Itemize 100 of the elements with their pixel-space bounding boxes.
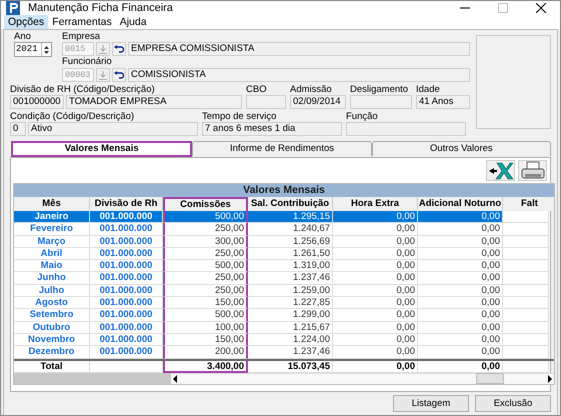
table-cell: 0,00 (333, 260, 418, 272)
service-time-field: 7 anos 6 meses 1 dia (202, 122, 342, 136)
table-cell: 0,00 (333, 309, 418, 322)
table-cell: 0,00 (418, 272, 503, 285)
table-cell: 0,00 (418, 297, 503, 310)
name-field: COMISSIONISTA (128, 68, 470, 82)
table-cell: 001.000.000 (90, 211, 163, 224)
table-cell: 1.256,69 (248, 236, 333, 248)
table-row[interactable]: Junho 001.000.000 250,00 1.237,46 0,00 0,00 (14, 272, 554, 285)
table-cell: 1.215,67 (248, 322, 333, 334)
table-cell: 001.000.000 (90, 223, 163, 236)
table-cell: 0,00 (333, 297, 418, 310)
table-cell: Janeiro (14, 211, 90, 224)
code-field: 0 (10, 122, 26, 136)
table-cell: 001.000.000 (90, 297, 163, 310)
table-row[interactable]: Novembro 001.000.000 150,00 1.224,00 0,00 0,00 (14, 334, 554, 346)
table-cell: 0,00 (418, 346, 503, 359)
table-cell: Dezembro (14, 346, 90, 359)
table-cell: 500,00 (163, 211, 248, 224)
menu-item[interactable]: Ferramentas (48, 15, 116, 29)
table-cell: 1.261,50 (248, 248, 333, 260)
table-cell: 1.299,00 (248, 309, 333, 322)
table-row[interactable]: Agosto 001.000.000 150,00 1.227,85 0,00 0,00 (14, 297, 554, 310)
tab[interactable]: Outros Valores (372, 141, 551, 156)
table-cell: 0,00 (418, 334, 503, 346)
table-cell: 250,00 (163, 284, 248, 298)
table-cell: 001.000.000 (90, 260, 163, 272)
table-cell: 0,00 (333, 236, 418, 248)
menu-item[interactable]: Ajuda (116, 15, 151, 29)
table-row[interactable]: Maio 001.000.000 500,00 1.319,00 0,00 0,00 (14, 260, 554, 272)
table-cell: Maio (14, 260, 90, 272)
table-row[interactable]: Outubro 001.000.000 100,00 1.215,67 0,00 0,00 (14, 322, 554, 334)
tab[interactable]: Informe de Rendimentos (192, 141, 372, 156)
table-cell: 0,00 (333, 211, 418, 224)
table-cell: 001.000.000 (90, 334, 163, 346)
table-cell: Novembro (14, 334, 90, 346)
admission-field: 02/09/2014 (290, 95, 346, 109)
name-field: EMPRESA COMISSIONISTA (128, 42, 470, 56)
field-label: Divisão de RH (Código/Descrição) (10, 85, 156, 95)
table-cell: 0,00 (418, 211, 503, 224)
table-cell: 1.237,46 (248, 272, 333, 285)
table-cell: 0,00 (418, 236, 503, 248)
table-row[interactable]: Setembro 001.000.000 500,00 1.299,00 0,00 0,00 (14, 309, 554, 322)
menu-item[interactable]: Opções (4, 15, 48, 29)
tab[interactable]: Valores Mensais (11, 141, 192, 157)
table-cell: 001.000.000 (90, 236, 163, 248)
table-cell: 500,00 (163, 260, 248, 272)
table-cell: 1.227,85 (248, 297, 333, 310)
field-label: Empresa (62, 32, 102, 42)
code-field: 001000000 (10, 95, 64, 109)
table-title: Valores Mensais (14, 184, 554, 197)
table-cell: 300,00 (163, 236, 248, 248)
table-row[interactable]: Março 001.000.000 300,00 1.256,69 0,00 0,00 (14, 236, 554, 248)
description-field: Ativo (28, 122, 198, 136)
table-cell: 0,00 (333, 284, 418, 298)
column-header[interactable]: Falt (503, 197, 549, 211)
table-cell: 0,00 (418, 322, 503, 334)
field-label: Condição (Código/Descrição) (10, 112, 136, 122)
table-cell: 500,00 (163, 309, 248, 322)
table-cell: 150,00 (163, 297, 248, 310)
table-row[interactable]: Janeiro 001.000.000 500,00 1.295,15 0,00 0,00 (14, 211, 554, 224)
table-cell: 0,00 (333, 272, 418, 285)
table-cell: 0,00 (333, 248, 418, 260)
table-cell: 001.000.000 (90, 322, 163, 334)
field-label: Idade (416, 85, 441, 95)
table-cell: 0,00 (333, 346, 418, 359)
table-cell: Setembro (14, 309, 90, 322)
table-cell: 150,00 (163, 334, 248, 346)
table-cell: 0,00 (333, 334, 418, 346)
field-label: Tempo de serviço (202, 112, 278, 122)
field-label: Ano (14, 32, 32, 42)
action-button[interactable]: Listagem (393, 395, 469, 412)
table-cell: 0,00 (333, 322, 418, 334)
table-cell: 001.000.000 (90, 284, 163, 298)
table-cell: Junho (14, 272, 90, 285)
field-label: Funcionário (62, 57, 113, 67)
field-label: Admissão (290, 85, 333, 95)
table-cell: Abril (14, 248, 90, 260)
table-cell: 100,00 (163, 322, 248, 334)
table-cell: 250,00 (163, 272, 248, 285)
age-field: 41 Anos (416, 95, 470, 109)
window-title: Manutenção Ficha Financeira (28, 2, 173, 14)
table-cell: 0,00 (418, 248, 503, 260)
table-row[interactable]: Abril 001.000.000 250,00 1.261,50 0,00 0,00 (14, 248, 554, 260)
table-cell: 001.000.000 (90, 272, 163, 285)
table-cell: 1.295,15 (248, 211, 333, 224)
action-button[interactable]: Exclusão (475, 395, 551, 412)
table-cell: Outubro (14, 322, 90, 334)
table-row[interactable]: Fevereiro 001.000.000 250,00 1.240,67 0,00 0,00 (14, 223, 554, 236)
table-cell: 0,00 (418, 284, 503, 298)
table-cell: Julho (14, 284, 90, 298)
year-spinner[interactable]: 2021 (14, 42, 52, 57)
table-cell: 1.237,46 (248, 346, 333, 359)
table-cell: 001.000.000 (90, 309, 163, 322)
table-cell: Fevereiro (14, 223, 90, 236)
table-row[interactable]: Julho 001.000.000 250,00 1.259,00 0,00 0,00 (14, 284, 554, 298)
description-field: TOMADOR EMPRESA (66, 95, 242, 109)
table-cell: 0,00 (418, 223, 503, 236)
table-cell: Agosto (14, 297, 90, 310)
table-row[interactable]: Dezembro 001.000.000 200,00 1.237,46 0,00 0,00 (14, 346, 554, 359)
